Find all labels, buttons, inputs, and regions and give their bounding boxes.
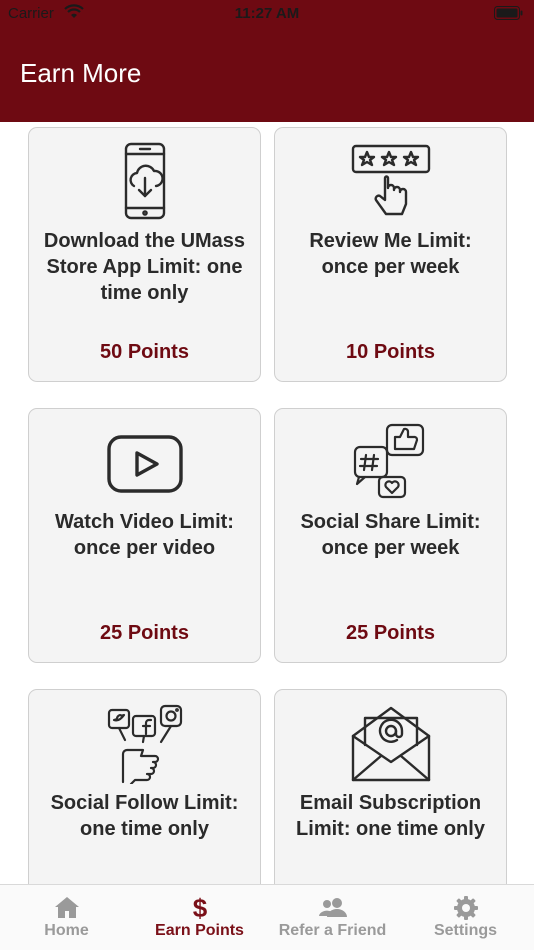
card-social-follow[interactable]: Social Follow Limit: one time only	[28, 689, 261, 884]
social-follow-hand-icon	[29, 704, 260, 784]
card-title: Social Follow Limit: one time only	[50, 792, 239, 840]
tab-bar: Home $ Earn Points Refer a Friend Settin…	[0, 884, 534, 950]
card-points: 25 Points	[100, 622, 189, 644]
nav-header: Carrier 11:27 AM Earn More	[0, 0, 534, 122]
card-email-subscription[interactable]: Email Subscription Limit: one time only	[274, 689, 507, 884]
card-points: 25 Points	[346, 622, 435, 644]
card-title: Download the UMass Store App Limit: one …	[43, 230, 246, 304]
status-bar: Carrier 11:27 AM	[0, 0, 534, 28]
card-title: Watch Video Limit: once per video	[55, 511, 234, 559]
card-watch-video[interactable]: Watch Video Limit: once per video 25 Poi…	[28, 408, 261, 663]
tab-label: Earn Points	[155, 922, 244, 939]
tab-label: Refer a Friend	[278, 922, 387, 939]
card-download-app[interactable]: Download the UMass Store App Limit: one …	[28, 127, 261, 382]
social-share-bubbles-icon	[275, 423, 506, 503]
card-points: 10 Points	[346, 341, 435, 363]
dollar-icon: $	[133, 895, 266, 921]
page-title: Earn More	[20, 58, 142, 88]
card-title: Email Subscription Limit: one time only	[296, 792, 485, 840]
phone-cloud-download-icon	[29, 142, 260, 222]
email-envelope-icon	[275, 704, 506, 784]
svg-text:$: $	[192, 895, 207, 921]
app-screen: Carrier 11:27 AM Earn More Download the …	[0, 0, 534, 950]
tab-earn-points[interactable]: $ Earn Points	[133, 885, 266, 950]
star-rating-hand-icon	[275, 142, 506, 222]
tab-label: Home	[44, 922, 89, 939]
card-review-me[interactable]: Review Me Limit: once per week 10 Points	[274, 127, 507, 382]
tab-settings[interactable]: Settings	[399, 885, 532, 950]
gear-icon	[399, 895, 532, 921]
tab-label: Settings	[433, 922, 498, 939]
clock-label: 11:27 AM	[234, 5, 300, 22]
battery-icon	[494, 6, 524, 24]
card-title: Social Share Limit: once per week	[300, 511, 481, 559]
earn-points-grid[interactable]: Download the UMass Store App Limit: one …	[0, 122, 534, 884]
video-play-icon	[29, 423, 260, 503]
people-icon	[266, 895, 399, 921]
home-icon	[0, 895, 133, 921]
tab-refer-a-friend[interactable]: Refer a Friend	[266, 885, 399, 950]
card-points: 50 Points	[100, 341, 189, 363]
card-title: Review Me Limit: once per week	[309, 230, 472, 278]
tab-home[interactable]: Home	[0, 885, 133, 950]
card-social-share[interactable]: Social Share Limit: once per week 25 Poi…	[274, 408, 507, 663]
